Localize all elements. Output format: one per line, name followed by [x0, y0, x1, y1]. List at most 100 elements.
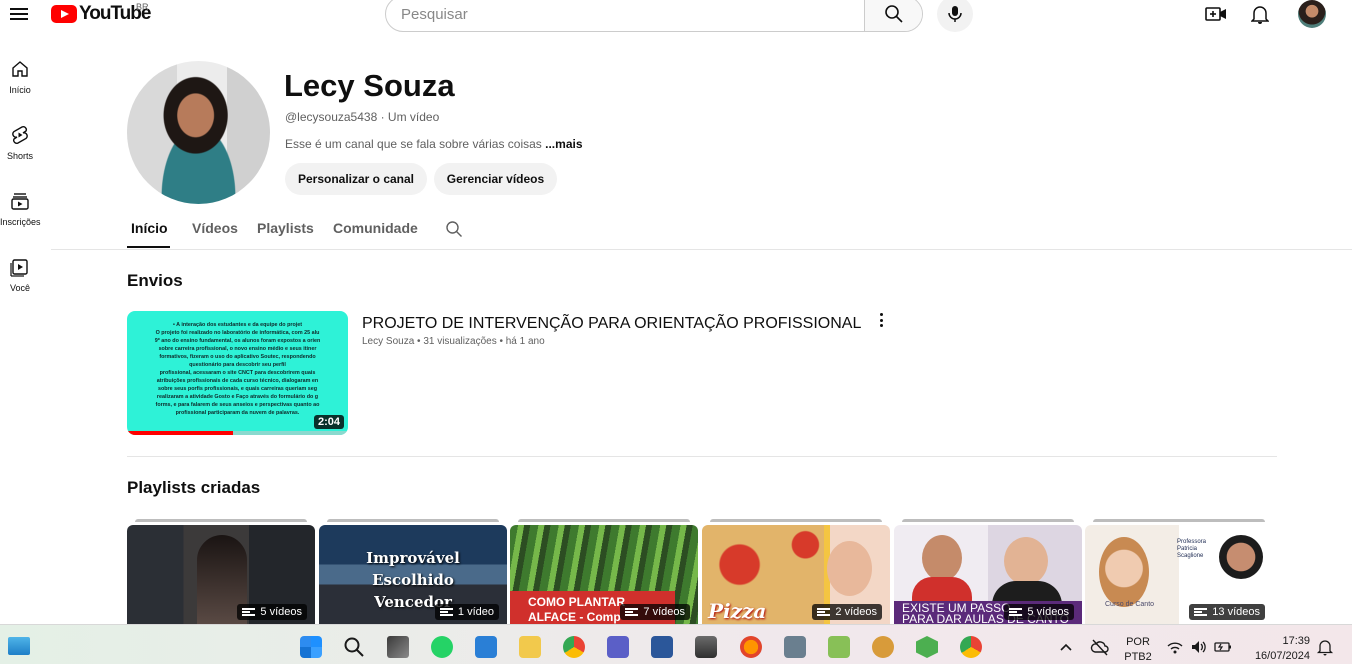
- playlist-stack: [135, 519, 307, 522]
- keyboard-layout: PTB2: [1124, 651, 1152, 663]
- sidebar-item-inicio[interactable]: Início: [0, 59, 40, 95]
- playlist-caption: Professora: [1177, 539, 1207, 545]
- more-link[interactable]: ...mais: [545, 137, 582, 151]
- playlist-caption: Patricia: [1177, 546, 1198, 552]
- thumbnail-text-line: • A interação dos estudantes e da equipe…: [172, 322, 303, 328]
- channel-description[interactable]: Esse é um canal que se fala sobre várias…: [285, 137, 583, 151]
- menu-icon[interactable]: [10, 5, 30, 23]
- task-view-icon[interactable]: [387, 636, 409, 658]
- playlist-icon: [817, 608, 831, 616]
- playlist-card[interactable]: EXISTE UM PASSO PARA DAR AULAS DE CANTO …: [894, 519, 1082, 624]
- start-icon[interactable]: [300, 636, 322, 658]
- word-icon[interactable]: [651, 636, 673, 658]
- section-divider: [127, 456, 1277, 457]
- playlist-video-count: 1 vídeo: [434, 604, 499, 620]
- manage-videos-button[interactable]: Gerenciar vídeos: [434, 163, 557, 195]
- tab-videos[interactable]: Vídeos: [192, 220, 238, 236]
- playlist-card[interactable]: Pizza 2 vídeos: [702, 519, 890, 624]
- watch-progress-fill: [127, 431, 234, 435]
- calculator-icon[interactable]: [784, 636, 806, 658]
- playlist-card[interactable]: Improvável Escolhido Vencedor 1 vídeo: [319, 519, 507, 624]
- battery-icon[interactable]: [1213, 636, 1233, 658]
- voice-search-button[interactable]: [937, 0, 973, 32]
- playlist-video-count: 2 vídeos: [812, 604, 882, 620]
- chevron-up-icon[interactable]: [1058, 636, 1074, 658]
- active-tab-indicator: [127, 246, 170, 248]
- sidebar-item-label: Você: [9, 283, 31, 293]
- account-avatar[interactable]: [1298, 0, 1326, 28]
- playlist-video-count: 7 vídeos: [620, 604, 690, 620]
- gimp-icon[interactable]: [695, 636, 717, 658]
- playlist-caption: Pizza: [708, 599, 767, 623]
- clock[interactable]: 17:39 16/07/2024: [1244, 634, 1310, 664]
- playlist-caption: Escolhido: [372, 571, 454, 589]
- channel-handle-meta: @lecysouza5438 · Um vídeo: [285, 110, 440, 124]
- firefox-icon[interactable]: [740, 636, 762, 658]
- file-explorer-icon[interactable]: [519, 636, 541, 658]
- video-title[interactable]: PROJETO DE INTERVENÇÃO PARA ORIENTAÇÃO P…: [362, 315, 861, 333]
- tab-playlists[interactable]: Playlists: [257, 220, 314, 236]
- tab-comunidade[interactable]: Comunidade: [333, 220, 418, 236]
- video-thumbnail[interactable]: • A interação dos estudantes e da equipe…: [127, 311, 348, 435]
- uploads-title: Envios: [127, 271, 183, 290]
- playlist-stack: [518, 519, 690, 522]
- pineapple-app-icon[interactable]: [872, 636, 894, 658]
- playlist-icon: [1194, 608, 1208, 616]
- sidebar-item-label: Inscrições: [0, 217, 41, 227]
- sidebar-item-shorts[interactable]: Shorts: [0, 125, 40, 161]
- create-video-icon: [1205, 7, 1226, 21]
- notifications-button[interactable]: [1246, 0, 1274, 28]
- cloud-off-icon[interactable]: [1090, 636, 1110, 658]
- app-icon[interactable]: [828, 636, 850, 658]
- playlist-icon: [1009, 608, 1023, 616]
- widgets-icon[interactable]: [8, 637, 30, 655]
- language-code: POR: [1126, 636, 1150, 648]
- thumbnail-text-line: realizaram a atividade Gosto e Faço atra…: [156, 394, 319, 400]
- top-bar: YouTube BR: [0, 0, 1352, 32]
- playlist-icon: [625, 608, 639, 616]
- chrome-icon[interactable]: [563, 636, 585, 658]
- whatsapp-icon[interactable]: [431, 636, 453, 658]
- thumbnail-text-line: formativos, fizeram o uso do aplicativo …: [159, 354, 316, 360]
- create-button[interactable]: [1202, 0, 1230, 28]
- language-indicator[interactable]: POR PTB2: [1120, 635, 1156, 665]
- watch-progress-bar: [127, 431, 348, 435]
- volume-icon[interactable]: [1190, 636, 1208, 658]
- tab-inicio[interactable]: Início: [131, 220, 168, 236]
- sidebar-item-voce[interactable]: Você: [0, 257, 40, 293]
- thumbnail-text: • A interação dos estudantes e da equipe…: [131, 321, 344, 417]
- playlists-title: Playlists criadas: [127, 478, 261, 497]
- thumbnail-text-line: O projeto foi realizado no laboratório d…: [155, 330, 320, 336]
- playlist-card[interactable]: 5 vídeos: [127, 519, 315, 624]
- search-input[interactable]: [386, 0, 864, 31]
- chrome-profile-icon[interactable]: [960, 636, 982, 658]
- sidebar-item-inscricoes[interactable]: Inscrições: [0, 191, 41, 227]
- notification-bell-icon[interactable]: [1316, 636, 1334, 658]
- playlist-video-count: 5 vídeos: [237, 604, 307, 620]
- teams-icon[interactable]: [607, 636, 629, 658]
- playlist-card[interactable]: Professora Patricia Scaglione Curso de C…: [1085, 519, 1273, 624]
- channel-search-icon[interactable]: [445, 220, 463, 238]
- you-icon: [10, 259, 28, 277]
- vscode-icon[interactable]: [475, 636, 497, 658]
- playlist-stack: [1093, 519, 1265, 522]
- wifi-icon[interactable]: [1166, 636, 1184, 658]
- playlist-video-count: 13 vídeos: [1189, 604, 1265, 620]
- taskbar-search-icon[interactable]: [343, 636, 365, 658]
- video-duration: 2:04: [313, 415, 344, 429]
- video-meta: Lecy Souza • 31 visualizações • há 1 ano: [362, 336, 545, 347]
- thumbnail-text-line: sobre seus porfis profissionais, e quais…: [157, 386, 318, 392]
- channel-description-text: Esse é um canal que se fala sobre várias…: [285, 137, 546, 151]
- thumbnail-text-line: profissional participaram da nuvem de pa…: [175, 410, 300, 416]
- more-actions-icon[interactable]: [874, 312, 888, 328]
- nodejs-icon[interactable]: [916, 636, 938, 658]
- playlist-icon: [242, 608, 256, 616]
- youtube-play-icon: [51, 5, 77, 23]
- playlist-card[interactable]: COMO PLANTAR ALFACE - Comp 7 vídeos: [510, 519, 698, 624]
- search-button[interactable]: [864, 0, 922, 31]
- windows-taskbar: POR PTB2 17:39 16/07/2024: [0, 624, 1352, 664]
- thumbnail-text-line: atribuições profissionais de cada curso …: [156, 378, 319, 384]
- customize-channel-button[interactable]: Personalizar o canal: [285, 163, 427, 195]
- home-icon: [12, 61, 28, 77]
- thumbnail-text-line: questionário para descobrir seu perfil: [189, 362, 286, 368]
